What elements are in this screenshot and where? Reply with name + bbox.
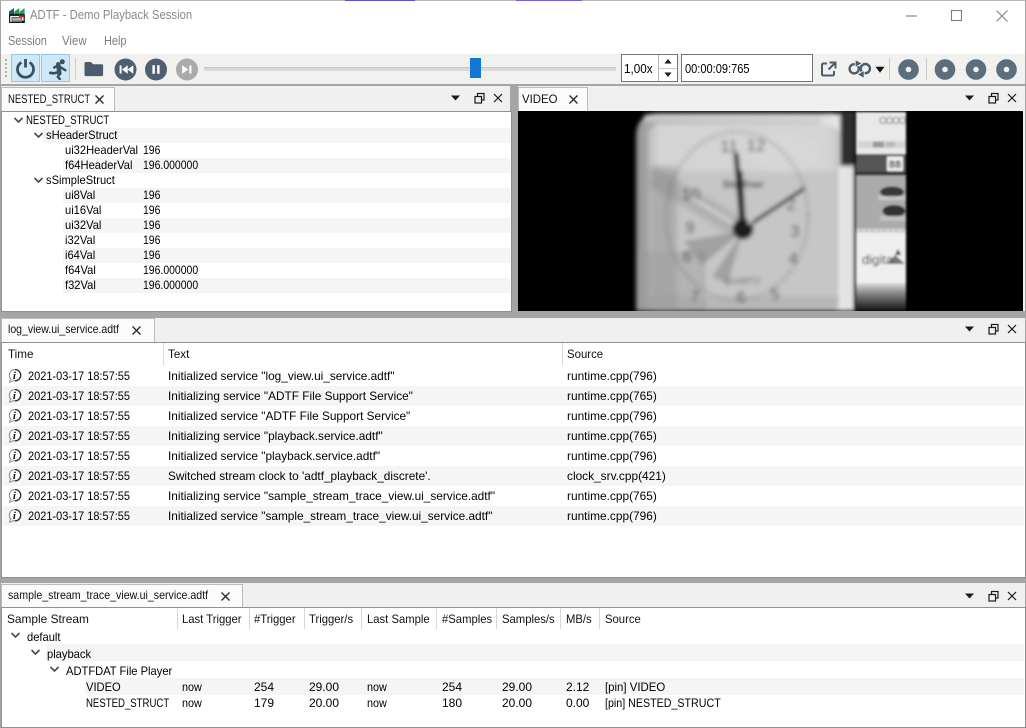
svg-text:9: 9 [685,218,694,237]
svg-text:3: 3 [790,222,799,241]
svg-text:8: 8 [682,247,691,266]
svg-text:4: 4 [788,249,797,268]
svg-text:12: 12 [747,136,766,155]
svg-text:88: 88 [889,159,901,171]
svg-text:digita: digita [862,252,894,267]
